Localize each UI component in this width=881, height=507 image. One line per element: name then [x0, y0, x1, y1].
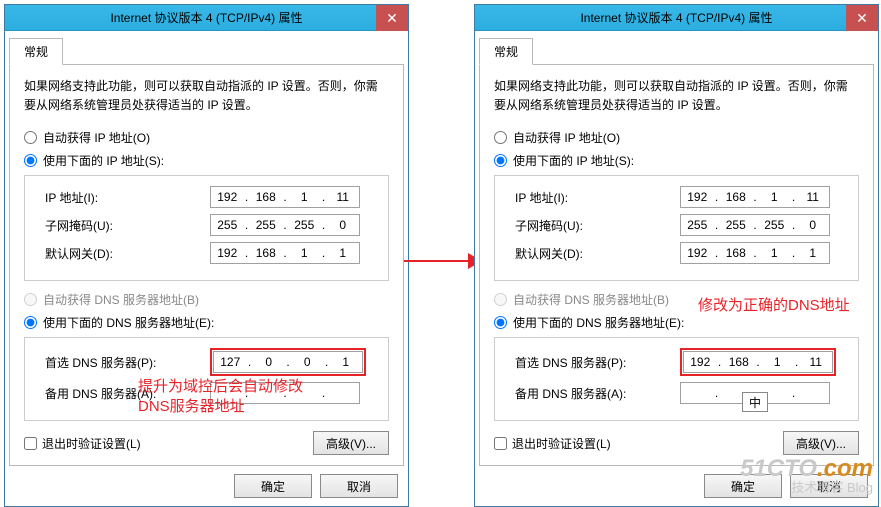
cancel-button[interactable]: 取消	[320, 474, 398, 498]
input-mask[interactable]: 255.255.255.0	[680, 214, 830, 236]
row-dns1: 首选 DNS 服务器(P): 192.168.1.11	[507, 348, 846, 376]
radio-auto-dns[interactable]: 自动获得 DNS 服务器地址(B)	[24, 291, 389, 308]
input-dns1[interactable]: 127.0.0.1	[213, 351, 363, 373]
dialog-buttons: 确定 取消	[5, 466, 408, 506]
radio-manual-dns[interactable]: 使用下面的 DNS 服务器地址(E):	[494, 314, 859, 331]
highlight-dns1: 127.0.0.1	[210, 348, 366, 376]
titlebar[interactable]: Internet 协议版本 4 (TCP/IPv4) 属性 ✕	[5, 5, 408, 31]
input-mask[interactable]: 255.255.255.0	[210, 214, 360, 236]
label-dns1: 首选 DNS 服务器(P):	[45, 354, 210, 371]
row-dns2: 备用 DNS 服务器(A): ...	[507, 382, 846, 404]
ime-indicator[interactable]: 中	[742, 392, 768, 412]
tabstrip: 常规	[5, 31, 408, 64]
radio-manual-dns[interactable]: 使用下面的 DNS 服务器地址(E):	[24, 314, 389, 331]
label-mask: 子网掩码(U):	[45, 217, 210, 234]
row-gateway: 默认网关(D): 192.168.1.1	[507, 242, 846, 264]
dns-radio-group: 自动获得 DNS 服务器地址(B) 使用下面的 DNS 服务器地址(E):	[24, 291, 389, 331]
ip-radio-group: 自动获得 IP 地址(O) 使用下面的 IP 地址(S):	[24, 129, 389, 169]
label-gateway: 默认网关(D):	[515, 245, 680, 262]
close-button[interactable]: ✕	[846, 5, 878, 31]
radio-manual-ip[interactable]: 使用下面的 IP 地址(S):	[494, 152, 859, 169]
input-ip[interactable]: 192.168.1.11	[210, 186, 360, 208]
description-text: 如果网络支持此功能，则可以获取自动指派的 IP 设置。否则，你需要从网络系统管理…	[494, 77, 859, 115]
radio-auto-ip[interactable]: 自动获得 IP 地址(O)	[24, 129, 389, 146]
row-gateway: 默认网关(D): 192.168.1.1	[37, 242, 376, 264]
dns-group: 首选 DNS 服务器(P): 192.168.1.11 备用 DNS 服务器(A…	[494, 337, 859, 421]
arrow-icon	[404, 253, 482, 269]
bottom-row: 退出时验证设置(L) 高级(V)...	[24, 431, 389, 455]
tabstrip: 常规	[475, 31, 878, 64]
annotation-right: 修改为正确的DNS地址	[698, 296, 850, 316]
label-gateway: 默认网关(D):	[45, 245, 210, 262]
row-ip: IP 地址(I): 192.168.1.11	[507, 186, 846, 208]
input-gateway[interactable]: 192.168.1.1	[210, 242, 360, 264]
tab-general[interactable]: 常规	[479, 38, 533, 65]
label-dns1: 首选 DNS 服务器(P):	[515, 354, 680, 371]
advanced-button[interactable]: 高级(V)...	[313, 431, 389, 455]
titlebar[interactable]: Internet 协议版本 4 (TCP/IPv4) 属性 ✕	[475, 5, 878, 31]
checkbox-validate[interactable]: 退出时验证设置(L)	[494, 435, 611, 452]
close-button[interactable]: ✕	[376, 5, 408, 31]
ip-group: IP 地址(I): 192.168.1.11 子网掩码(U): 255.255.…	[494, 175, 859, 281]
row-ip: IP 地址(I): 192.168.1.11	[37, 186, 376, 208]
ok-button[interactable]: 确定	[234, 474, 312, 498]
ip-group: IP 地址(I): 192.168.1.11 子网掩码(U): 255.255.…	[24, 175, 389, 281]
checkbox-validate[interactable]: 退出时验证设置(L)	[24, 435, 141, 452]
radio-manual-ip[interactable]: 使用下面的 IP 地址(S):	[24, 152, 389, 169]
watermark: 51CTO.com 技术博客 Blog	[740, 457, 873, 494]
label-ip: IP 地址(I):	[515, 189, 680, 206]
description-text: 如果网络支持此功能，则可以获取自动指派的 IP 设置。否则，你需要从网络系统管理…	[24, 77, 389, 115]
row-mask: 子网掩码(U): 255.255.255.0	[37, 214, 376, 236]
bottom-row: 退出时验证设置(L) 高级(V)...	[494, 431, 859, 455]
window-title: Internet 协议版本 4 (TCP/IPv4) 属性	[5, 9, 408, 26]
tab-general[interactable]: 常规	[9, 38, 63, 65]
tcpip-dialog-after: Internet 协议版本 4 (TCP/IPv4) 属性 ✕ 常规 如果网络支…	[474, 4, 879, 507]
input-dns1[interactable]: 192.168.1.11	[683, 351, 833, 373]
highlight-dns1: 192.168.1.11	[680, 348, 836, 376]
label-mask: 子网掩码(U):	[515, 217, 680, 234]
tab-panel: 如果网络支持此功能，则可以获取自动指派的 IP 设置。否则，你需要从网络系统管理…	[479, 64, 874, 466]
label-ip: IP 地址(I):	[45, 189, 210, 206]
input-gateway[interactable]: 192.168.1.1	[680, 242, 830, 264]
annotation-left: 提升为域控后会自动修改 DNS服务器地址	[138, 377, 303, 416]
window-title: Internet 协议版本 4 (TCP/IPv4) 属性	[475, 9, 878, 26]
input-ip[interactable]: 192.168.1.11	[680, 186, 830, 208]
advanced-button[interactable]: 高级(V)...	[783, 431, 859, 455]
row-mask: 子网掩码(U): 255.255.255.0	[507, 214, 846, 236]
ip-radio-group: 自动获得 IP 地址(O) 使用下面的 IP 地址(S):	[494, 129, 859, 169]
radio-auto-ip[interactable]: 自动获得 IP 地址(O)	[494, 129, 859, 146]
label-dns2: 备用 DNS 服务器(A):	[515, 385, 680, 402]
tcpip-dialog-before: Internet 协议版本 4 (TCP/IPv4) 属性 ✕ 常规 如果网络支…	[4, 4, 409, 507]
row-dns1: 首选 DNS 服务器(P): 127.0.0.1	[37, 348, 376, 376]
